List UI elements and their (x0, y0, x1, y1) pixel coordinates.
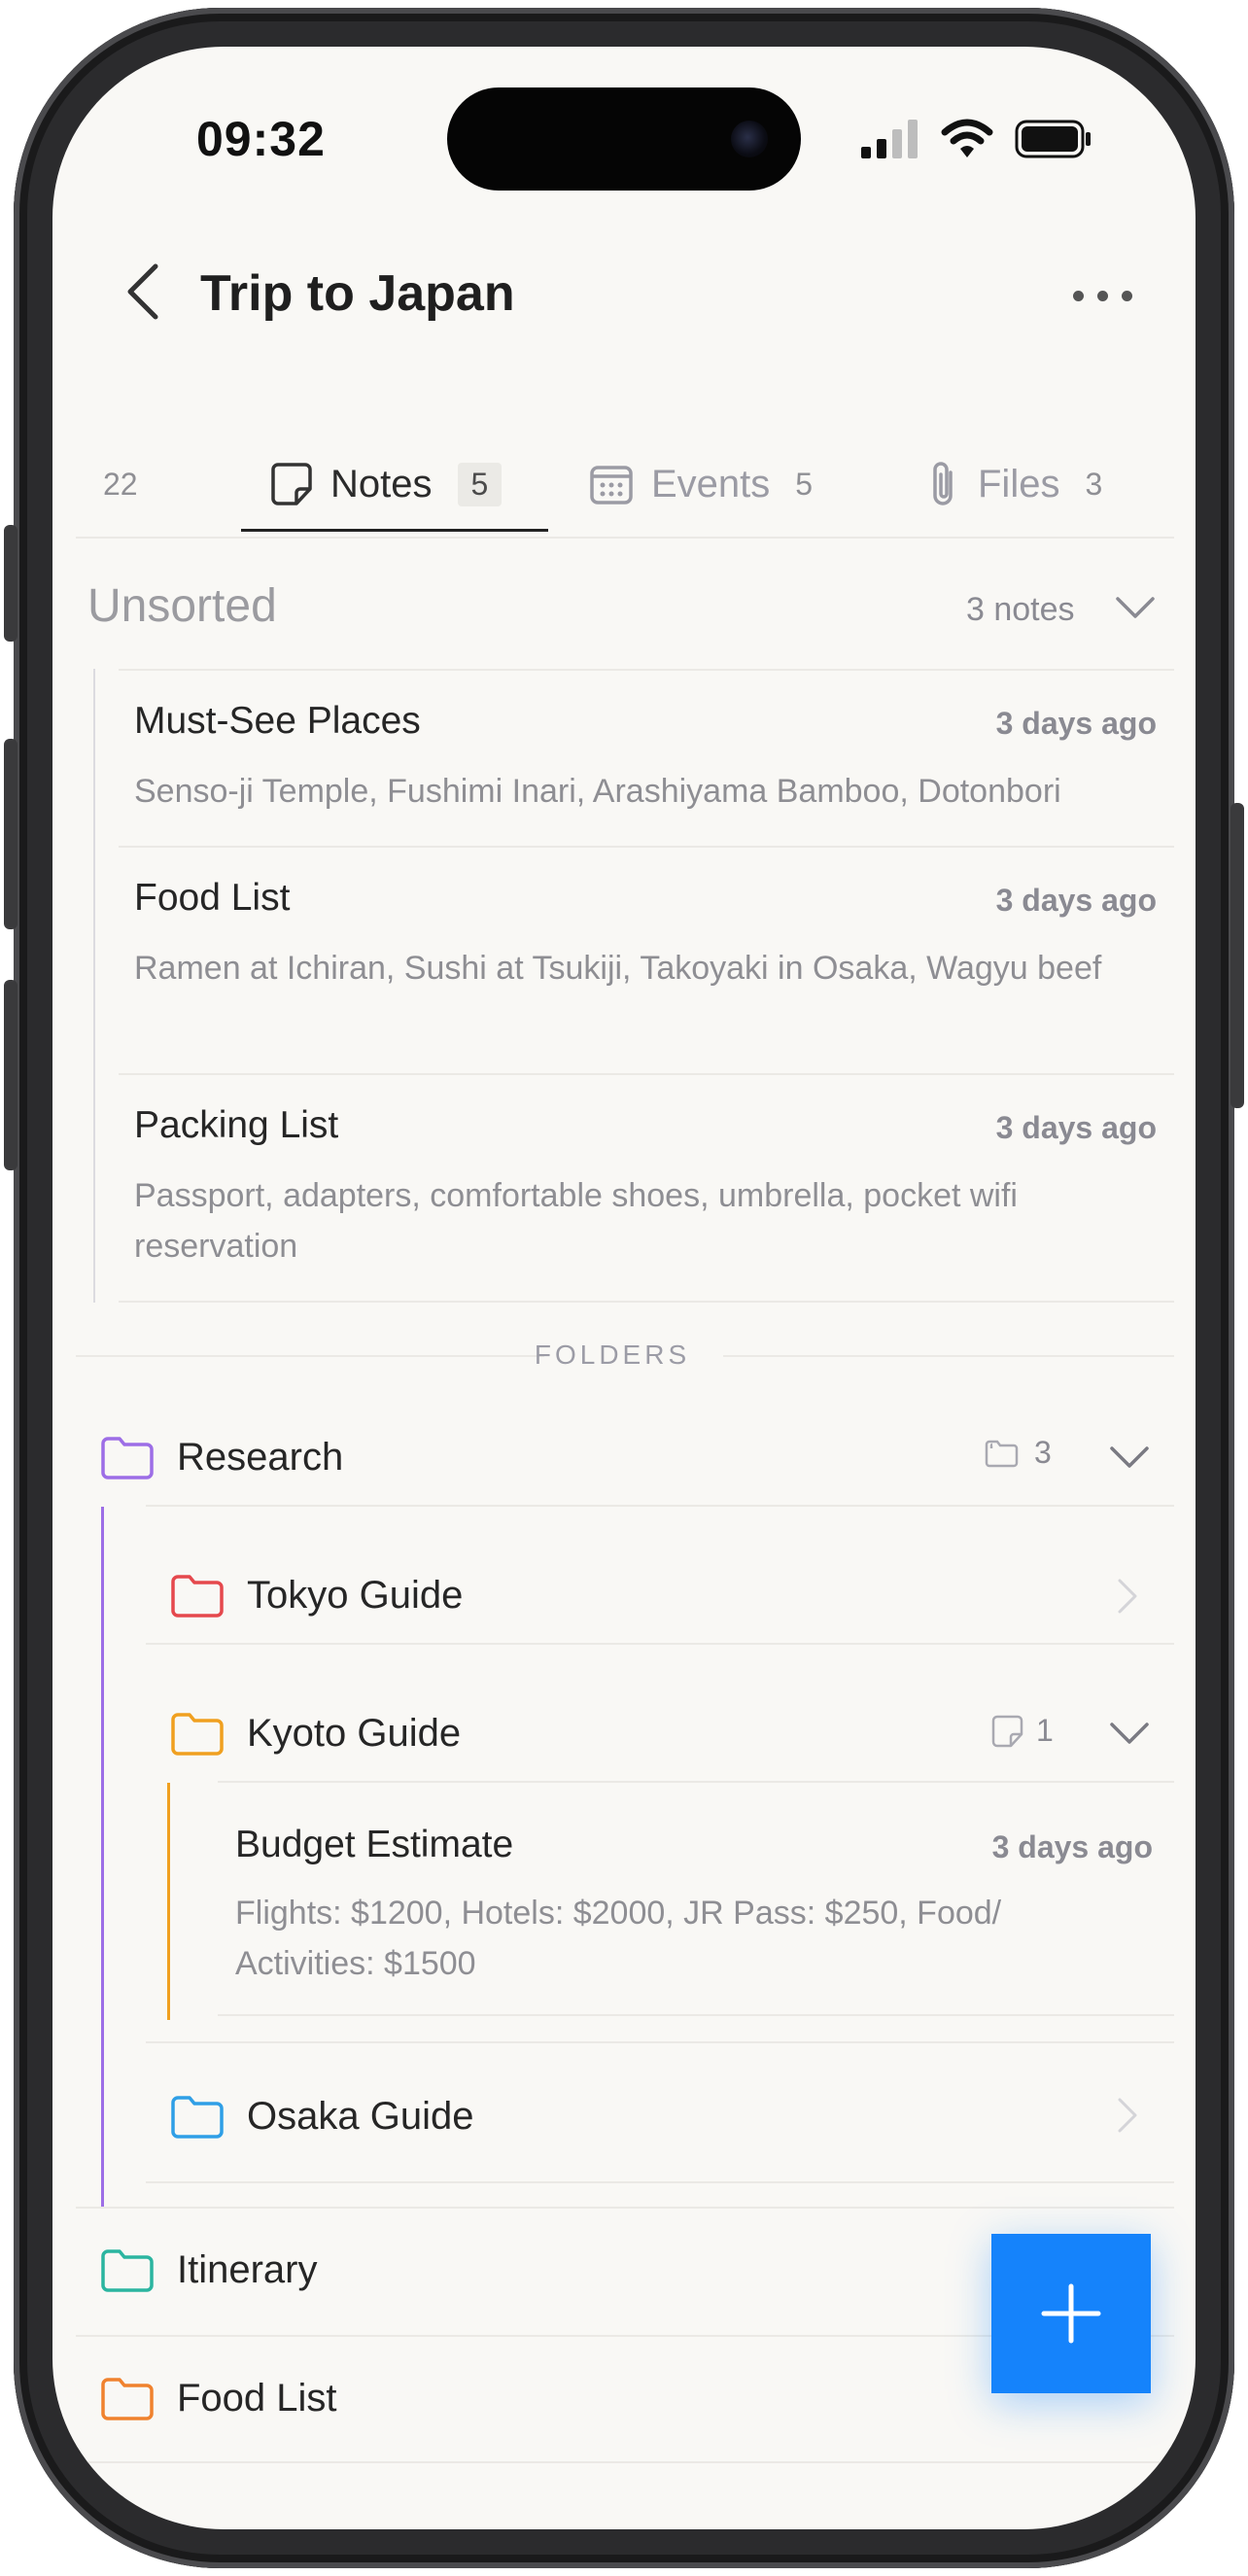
note-count-badge: 1 (991, 1713, 1054, 1749)
note-preview: Senso-ji Temple, Fushimi Inari, Arashiya… (134, 773, 1061, 810)
note-title: Budget Estimate (235, 1824, 514, 1865)
note-count: 1 (1036, 1713, 1054, 1748)
folder-osaka-guide[interactable]: Osaka Guide (169, 2072, 473, 2160)
divider (146, 1643, 1174, 1645)
folder-tree-line (101, 1507, 104, 2207)
signal-icon (861, 120, 918, 158)
folder-icon (171, 1575, 224, 1618)
divider (146, 1505, 1174, 1507)
note-item[interactable]: Budget Estimate 3 days ago Flights: $120… (218, 1783, 1174, 2016)
note-timestamp: 3 days ago (991, 1829, 1153, 1864)
note-preview: Passport, adapters, comfortable shoes, u… (134, 1177, 1018, 1265)
dynamic-island (447, 87, 801, 191)
tab-files[interactable]: Files 3 (925, 435, 1102, 533)
subfolder-count: 3 (1034, 1435, 1052, 1470)
tab-bar: 22 Notes 5 Events 5 Files 3 (76, 435, 1196, 540)
more-options-button[interactable] (1073, 276, 1141, 315)
folder-name: Osaka Guide (247, 2094, 474, 2138)
folder-food-list[interactable]: Food List (99, 2354, 337, 2442)
paperclip-icon (933, 462, 953, 505)
divider (146, 2181, 1174, 2183)
divider (76, 537, 1174, 539)
note-preview: Flights: $1200, Hotels: $2000, JR Pass: … (235, 1895, 1002, 1982)
dot-icon (1122, 290, 1132, 301)
volume-up-button (4, 739, 17, 929)
page-title: Trip to Japan (200, 265, 515, 322)
folders-section-label: FOLDERS (534, 1340, 691, 1370)
calendar-icon (590, 466, 633, 505)
folder-icon (171, 2096, 224, 2139)
tab-label: Events (651, 462, 771, 505)
tab-events[interactable]: Events 5 (589, 435, 813, 533)
divider (76, 2207, 1174, 2209)
add-button[interactable] (991, 2234, 1151, 2393)
status-icons (861, 115, 1092, 163)
status-time: 09:32 (196, 112, 326, 166)
unsorted-section-title: Unsorted (87, 580, 277, 632)
note-title: Must-See Places (134, 700, 421, 742)
collapse-chevron-icon[interactable] (1108, 1445, 1151, 1472)
folder-tree-line (167, 1783, 170, 2020)
power-button (1231, 803, 1244, 1108)
note-item[interactable]: Must-See Places 3 days ago Senso-ji Temp… (119, 669, 1174, 846)
plus-icon (1041, 2283, 1101, 2344)
camera-icon (731, 121, 768, 157)
tab-label: Files (978, 462, 1060, 505)
note-item[interactable]: Food List 3 days ago Ramen at Ichiran, S… (119, 846, 1174, 1073)
action-button (4, 525, 17, 642)
note-icon (271, 463, 312, 505)
folder-name: Kyoto Guide (247, 1711, 462, 1755)
folder-itinerary[interactable]: Itinerary (99, 2226, 318, 2314)
tab-label: Notes (330, 462, 433, 505)
subfolder-count-badge: 3 (984, 1435, 1052, 1471)
app-screen: 09:32 Trip to Japan 22 Notes 5 Events 5 … (52, 47, 1196, 2529)
dot-icon (1097, 290, 1108, 301)
divider (146, 2041, 1174, 2043)
wifi-icon (941, 119, 993, 157)
folder-name: Tokyo Guide (247, 1573, 464, 1617)
folder-icon (171, 1713, 224, 1756)
note-timestamp: 3 days ago (995, 1110, 1157, 1145)
tab-count: 22 (103, 466, 138, 502)
note-title: Food List (134, 877, 291, 919)
folder-icon (101, 2378, 154, 2420)
folder-icon (101, 1437, 154, 1479)
collapse-chevron-icon[interactable] (1108, 1721, 1151, 1748)
back-chevron-icon[interactable] (117, 261, 171, 323)
folder-kyoto-guide[interactable]: Kyoto Guide (169, 1689, 461, 1777)
collapse-chevron-icon[interactable] (1114, 595, 1157, 622)
note-icon (991, 1715, 1023, 1747)
active-tab-indicator (241, 529, 548, 532)
tab-notes[interactable]: Notes 5 (270, 435, 503, 533)
folder-name: Itinerary (177, 2247, 318, 2291)
folder-research[interactable]: Research (99, 1413, 343, 1501)
unsorted-note-count: 3 notes (966, 591, 1075, 628)
battery-icon (1015, 120, 1091, 158)
tab-count: 5 (457, 462, 503, 506)
folders-icon (985, 1440, 1019, 1467)
folder-icon (101, 2249, 154, 2292)
dot-icon (1073, 290, 1084, 301)
tab-count: 3 (1085, 466, 1103, 502)
tab-count: 5 (795, 466, 814, 502)
divider (76, 2461, 1174, 2463)
folder-name: Food List (177, 2376, 337, 2419)
note-item[interactable]: Packing List 3 days ago Passport, adapte… (119, 1073, 1174, 1303)
chevron-right-icon[interactable] (1116, 1577, 1139, 1616)
note-timestamp: 3 days ago (995, 883, 1157, 918)
volume-down-button (4, 980, 17, 1170)
note-title: Packing List (134, 1104, 339, 1146)
note-preview: Ramen at Ichiran, Sushi at Tsukiji, Tako… (134, 950, 1102, 987)
unsorted-notes-list: Must-See Places 3 days ago Senso-ji Temp… (93, 669, 1176, 1303)
folder-name: Research (177, 1435, 344, 1479)
folder-tokyo-guide[interactable]: Tokyo Guide (169, 1551, 463, 1639)
chevron-right-icon[interactable] (1116, 2096, 1139, 2135)
note-timestamp: 3 days ago (995, 706, 1157, 741)
tab-all[interactable]: 22 (103, 435, 138, 533)
